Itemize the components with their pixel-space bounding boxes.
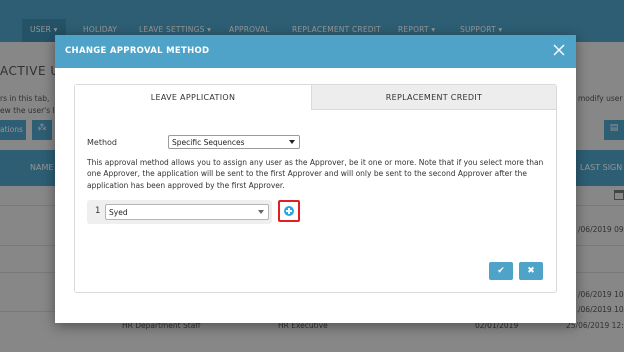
close-icon: ✖ <box>527 266 535 276</box>
approver-row: 1 Syed <box>87 200 272 224</box>
caret-down-icon <box>289 140 295 144</box>
highlight-box <box>278 200 300 222</box>
change-approval-method-dialog: CHANGE APPROVAL METHOD LEAVE APPLICATION… <box>55 35 576 323</box>
method-select-value: Specific Sequences <box>172 138 245 147</box>
tab-replacement-credit[interactable]: REPLACEMENT CREDIT <box>312 85 556 110</box>
method-description: This approval method allows you to assig… <box>87 158 544 190</box>
dialog-header: CHANGE APPROVAL METHOD <box>55 35 576 68</box>
approval-settings-panel: LEAVE APPLICATION REPLACEMENT CREDIT Met… <box>74 84 557 293</box>
close-icon[interactable] <box>551 42 567 58</box>
method-select[interactable]: Specific Sequences <box>168 135 300 149</box>
cancel-button[interactable]: ✖ <box>519 262 543 280</box>
tab-leave-application[interactable]: LEAVE APPLICATION <box>75 85 312 110</box>
approver-number: 1 <box>95 206 101 216</box>
add-approver-icon[interactable] <box>284 206 294 216</box>
confirm-button[interactable]: ✔ <box>489 262 513 280</box>
approver-select[interactable]: Syed <box>105 204 269 220</box>
method-label: Method <box>87 138 118 147</box>
check-icon: ✔ <box>497 266 505 276</box>
tab-bar: LEAVE APPLICATION REPLACEMENT CREDIT <box>75 85 556 110</box>
caret-down-icon <box>258 210 264 214</box>
dialog-title: CHANGE APPROVAL METHOD <box>65 46 210 56</box>
approver-select-value: Syed <box>109 208 128 217</box>
